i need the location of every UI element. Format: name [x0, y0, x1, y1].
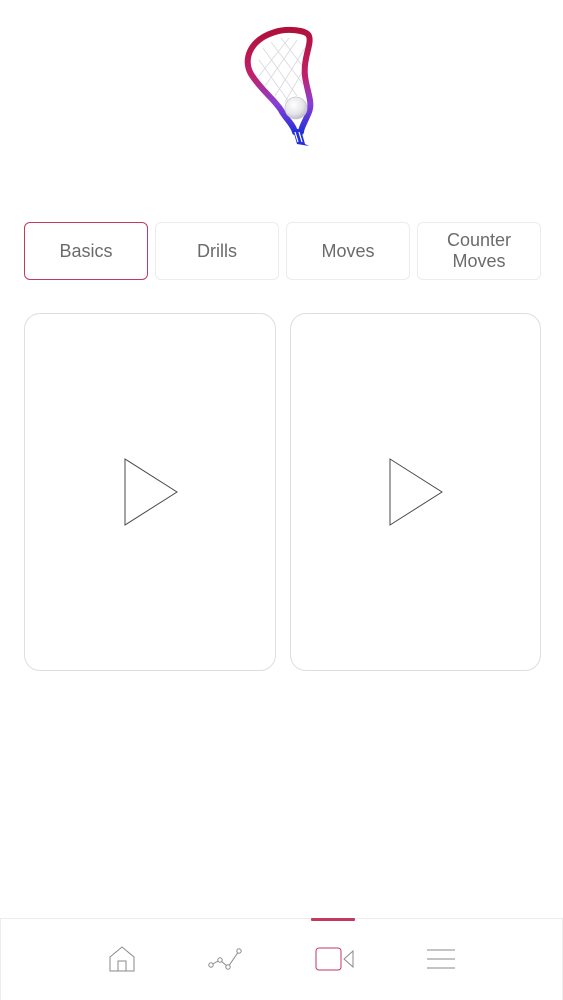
menu-icon — [427, 949, 455, 969]
active-tab-indicator — [311, 918, 355, 921]
nav-home[interactable] — [82, 919, 162, 999]
tab-drills[interactable]: Drills — [155, 222, 279, 280]
play-icon — [124, 458, 178, 526]
tab-counter-moves[interactable]: Counter Moves — [417, 222, 541, 280]
bottom-navigation — [0, 918, 563, 1000]
home-icon — [109, 946, 135, 972]
tab-basics[interactable]: Basics — [24, 222, 148, 280]
category-tabs: Basics Drills Moves Counter Moves — [24, 222, 541, 280]
app-screen: Basics Drills Moves Counter Moves — [0, 0, 563, 1000]
stats-chart-icon — [208, 948, 242, 970]
lacrosse-stick-logo — [244, 26, 314, 146]
video-camera-icon — [315, 947, 354, 971]
nav-menu[interactable] — [401, 919, 481, 999]
video-card[interactable] — [24, 313, 276, 671]
nav-videos[interactable] — [295, 918, 375, 999]
play-icon — [389, 458, 444, 526]
tab-moves[interactable]: Moves — [286, 222, 410, 280]
video-card[interactable] — [289, 313, 541, 671]
nav-stats[interactable] — [185, 919, 265, 999]
video-grid — [24, 313, 541, 671]
